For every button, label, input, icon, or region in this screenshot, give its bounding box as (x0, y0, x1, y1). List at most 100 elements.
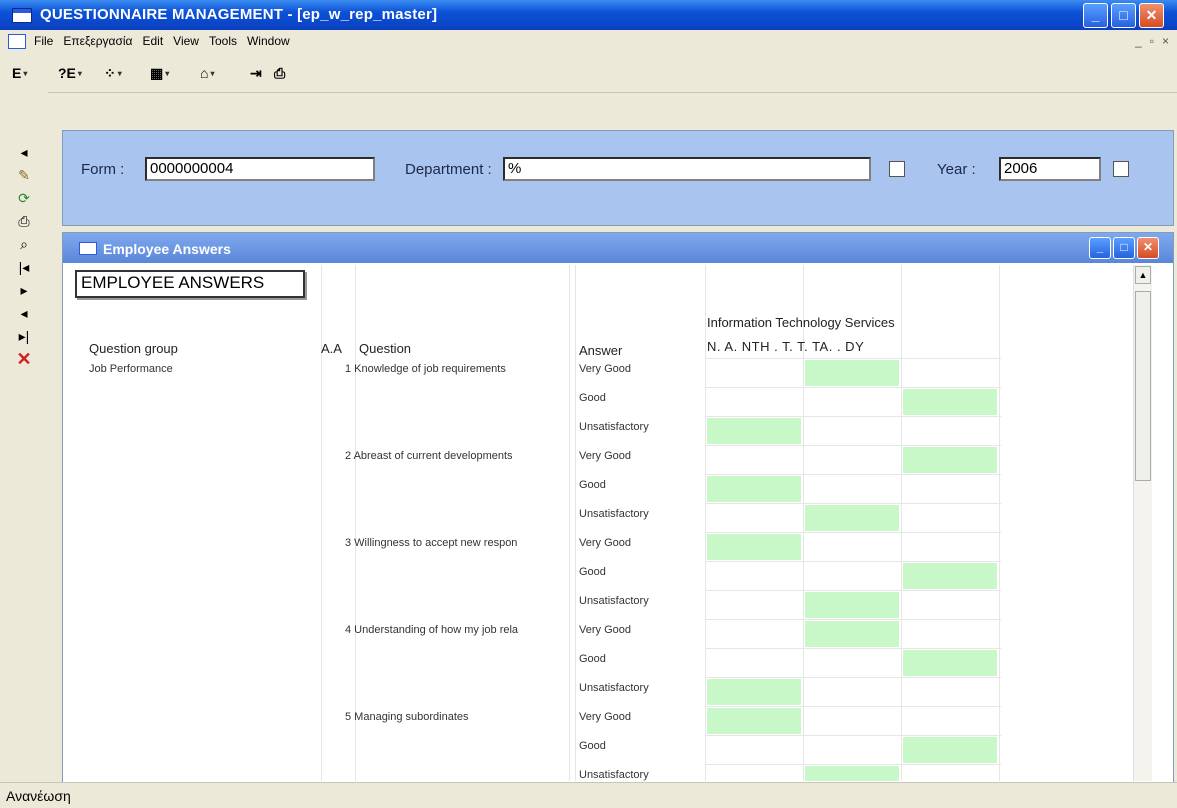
answer-label: Good (579, 740, 606, 752)
child-maximize-button[interactable]: □ (1113, 237, 1135, 259)
document-icon[interactable] (8, 34, 26, 49)
department-label: Department : (405, 161, 492, 178)
answer-mark-cell (707, 708, 801, 734)
mdi-minimize-button[interactable]: _ (1135, 34, 1142, 48)
answer-mark-cell (805, 766, 899, 781)
left-toolbar: ◂ ✎ ⟳ ⎙ ⌕ |◂ ▸ ◂ ▸| ✕ (0, 92, 48, 782)
menu-item-file[interactable]: File (34, 34, 53, 48)
child-window-title: Employee Answers (103, 241, 231, 257)
refresh-icon[interactable]: ⟳ (14, 188, 34, 208)
grid-icon[interactable]: ▦ ▾ (150, 62, 169, 84)
answer-mark-cell (903, 737, 997, 763)
answer-label: Very Good (579, 624, 631, 636)
exit-door-icon[interactable]: ⇥ (250, 62, 262, 84)
close-button[interactable]: ✕ (1139, 3, 1164, 28)
answer-mark-cell (707, 534, 801, 560)
answer-label: Very Good (579, 711, 631, 723)
answer-label: Unsatisfactory (579, 595, 649, 607)
maximize-button[interactable]: □ (1111, 3, 1136, 28)
employees-header: N. A. NTH . T. T. TA. . DY (707, 339, 865, 354)
question-text: 4 Understanding of how my job rela (345, 624, 519, 636)
dropdown-arrow-icon[interactable]: ▾ (118, 69, 122, 78)
back-arrow-icon[interactable]: ◂ (14, 142, 34, 162)
department-heading: Information Technology Services (707, 315, 895, 330)
answer-mark-cell (805, 505, 899, 531)
answer-mark-cell (903, 389, 997, 415)
answer-mark-cell (903, 650, 997, 676)
answer-header: Answer (579, 343, 623, 358)
app-window-icon (12, 8, 32, 23)
form-label: Form : (81, 161, 125, 178)
answer-mark-cell (903, 563, 997, 589)
answer-label: Unsatisfactory (579, 508, 649, 520)
answer-mark-cell (707, 418, 801, 444)
title-bar: QUESTIONNAIRE MANAGEMENT - [ep_w_rep_mas… (0, 0, 1177, 30)
answer-mark-cell (707, 476, 801, 502)
department-checkbox[interactable] (889, 161, 905, 177)
menu-item-επεξεργασία[interactable]: Επεξεργασία (63, 34, 132, 48)
next-record-icon[interactable]: ▸ (14, 280, 34, 300)
status-text: Ανανέωση (6, 788, 71, 804)
form-field[interactable]: 0000000004 (145, 157, 375, 181)
mdi-close-button[interactable]: × (1162, 34, 1169, 48)
printer-icon[interactable]: ⎙ (274, 62, 285, 84)
mdi-restore-button[interactable]: ▫ (1150, 34, 1154, 48)
answer-label: Good (579, 566, 606, 578)
building-icon[interactable]: ⌂ ▾ (200, 62, 214, 84)
dropdown-arrow-icon[interactable]: ▾ (23, 69, 27, 78)
retrieve-icon[interactable]: ✎ (14, 165, 34, 185)
answer-label: Very Good (579, 450, 631, 462)
question-text: 1 Knowledge of job requirements (345, 363, 506, 375)
year-checkbox[interactable] (1113, 161, 1129, 177)
filter-panel: Form : 0000000004 Department : % Year : … (62, 130, 1174, 226)
print-icon[interactable]: ⎙ (14, 211, 34, 231)
scroll-up-button[interactable]: ▲ (1135, 266, 1151, 284)
last-record-icon[interactable]: ▸| (14, 326, 34, 346)
first-record-icon[interactable]: |◂ (14, 257, 34, 277)
answer-label: Unsatisfactory (579, 682, 649, 694)
department-field[interactable]: % (503, 157, 871, 181)
color-dots-icon[interactable]: ⁘ ▾ (104, 62, 122, 84)
year-label: Year : (937, 161, 976, 178)
answer-label: Good (579, 479, 606, 491)
answer-mark-cell (805, 592, 899, 618)
question-header: Question (359, 341, 412, 356)
report-grid: EMPLOYEE ANSWERS Information Technology … (69, 265, 1133, 781)
toolbar: E ▾ ?E ▾ ⁘ ▾ ▦ ▾ ⌂ ▾ ⇥ ⎙ (0, 54, 1177, 93)
dropdown-arrow-icon[interactable]: ▾ (210, 69, 214, 78)
preview-icon[interactable]: ⌕ (14, 234, 34, 254)
report-title: EMPLOYEE ANSWERS (75, 270, 305, 298)
aa-header: A.A (321, 341, 342, 356)
answer-mark-cell (805, 621, 899, 647)
menu-item-view[interactable]: View (173, 34, 199, 48)
answer-label: Good (579, 392, 606, 404)
help-e-icon[interactable]: ?E ▾ (58, 62, 82, 84)
question-group-name: Job Performance (89, 363, 173, 375)
menu-item-tools[interactable]: Tools (209, 34, 237, 48)
minimize-button[interactable]: _ (1083, 3, 1108, 28)
menu-items: File Επεξεργασία Edit View Tools Window (34, 34, 290, 48)
answer-label: Unsatisfactory (579, 421, 649, 433)
answer-label: Very Good (579, 537, 631, 549)
export-e-icon[interactable]: E ▾ (12, 62, 27, 84)
question-text: 5 Managing subordinates (345, 711, 469, 723)
question-text: 3 Willingness to accept new respon (345, 537, 518, 549)
answer-mark-cell (707, 679, 801, 705)
child-close-button[interactable]: ✕ (1137, 237, 1159, 259)
child-minimize-button[interactable]: _ (1089, 237, 1111, 259)
menu-item-window[interactable]: Window (247, 34, 290, 48)
child-window-icon (79, 242, 97, 255)
dropdown-arrow-icon[interactable]: ▾ (78, 69, 82, 78)
previous-record-icon[interactable]: ◂ (14, 303, 34, 323)
year-field[interactable]: 2006 (999, 157, 1101, 181)
answer-label: Unsatisfactory (579, 769, 649, 781)
answer-mark-cell (903, 447, 997, 473)
menu-item-edit[interactable]: Edit (142, 34, 163, 48)
question-group-header: Question group (89, 341, 178, 356)
vertical-scrollbar[interactable]: ▲ (1133, 265, 1152, 781)
delete-icon[interactable]: ✕ (14, 349, 34, 369)
scroll-thumb[interactable] (1135, 291, 1151, 481)
status-bar: Ανανέωση (0, 782, 1177, 808)
dropdown-arrow-icon[interactable]: ▾ (165, 69, 169, 78)
question-text: 2 Abreast of current developments (345, 450, 513, 462)
